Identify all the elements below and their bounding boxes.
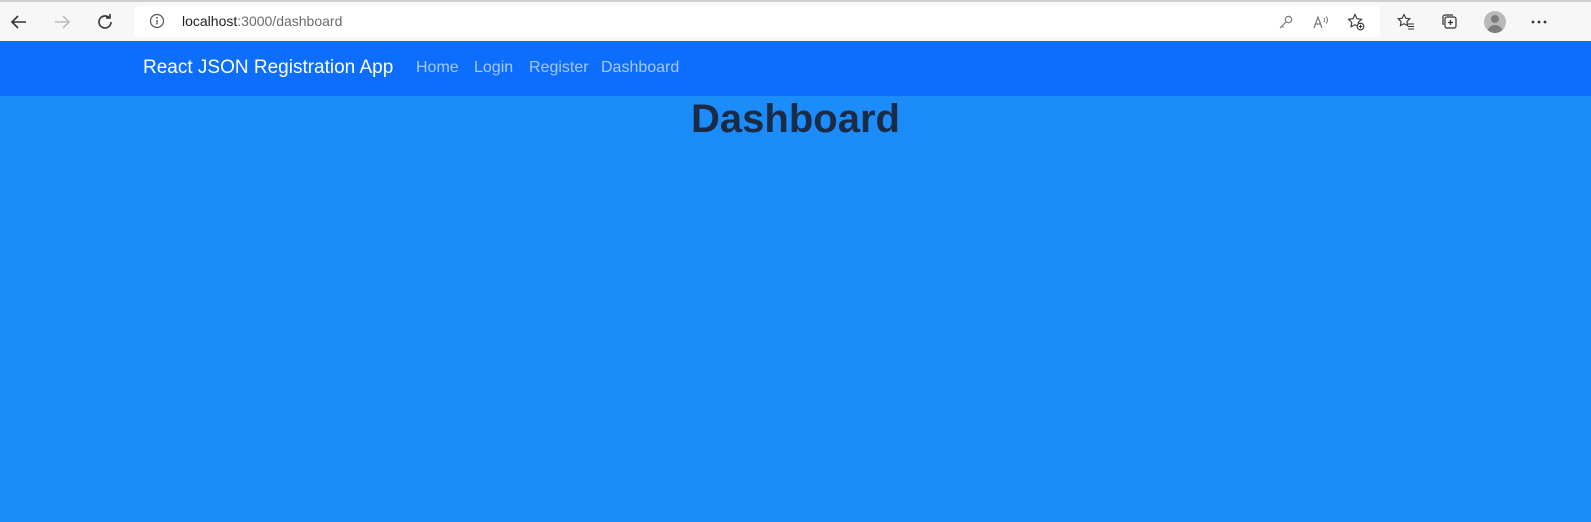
star-add-icon[interactable] bbox=[1342, 8, 1370, 36]
avatar-shoulders bbox=[1487, 25, 1503, 33]
favorites-icon[interactable] bbox=[1392, 8, 1420, 36]
nav-link-login[interactable]: Login bbox=[474, 59, 513, 77]
page-title: Dashboard bbox=[691, 97, 900, 141]
avatar[interactable] bbox=[1484, 11, 1506, 33]
read-aloud-icon[interactable] bbox=[1307, 8, 1335, 36]
nav-link-register[interactable]: Register bbox=[529, 59, 589, 77]
refresh-icon[interactable] bbox=[91, 8, 119, 36]
address-bar[interactable]: localhost:3000/dashboard bbox=[134, 6, 1380, 37]
app-navbar: React JSON Registration App Home Login R… bbox=[0, 41, 1591, 96]
forward-arrow-icon[interactable] bbox=[48, 8, 76, 36]
more-icon[interactable] bbox=[1525, 8, 1553, 36]
avatar-head bbox=[1491, 15, 1499, 23]
url-path: :3000/dashboard bbox=[237, 13, 343, 29]
nav-link-dashboard[interactable]: Dashboard bbox=[601, 59, 679, 77]
browser-toolbar: localhost:3000/dashboard bbox=[0, 0, 1591, 41]
key-icon[interactable] bbox=[1272, 8, 1300, 36]
back-arrow-icon[interactable] bbox=[5, 8, 33, 36]
url-host: localhost bbox=[182, 13, 238, 29]
nav-link-home[interactable]: Home bbox=[416, 59, 459, 77]
info-icon[interactable] bbox=[148, 12, 166, 30]
navbar-brand[interactable]: React JSON Registration App bbox=[143, 57, 393, 79]
collections-icon[interactable] bbox=[1436, 8, 1464, 36]
url-text[interactable]: localhost:3000/dashboard bbox=[182, 13, 342, 29]
